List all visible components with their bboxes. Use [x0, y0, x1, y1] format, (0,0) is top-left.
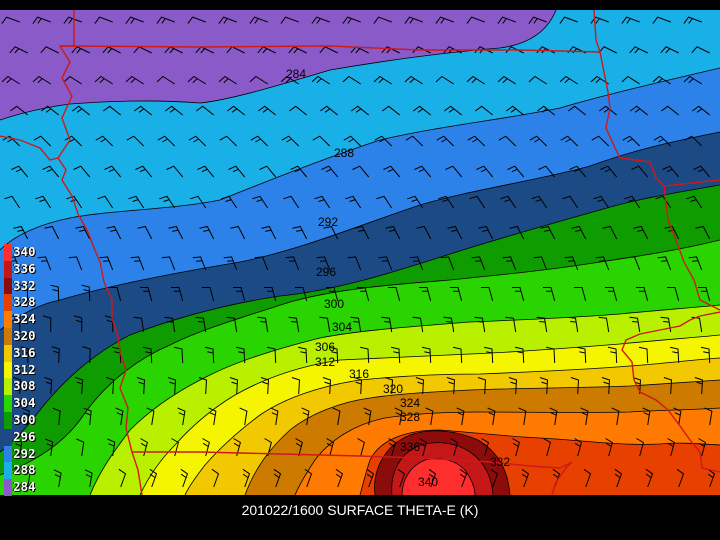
contour-label: 312	[315, 355, 335, 369]
theta-e-map: 284 288 292 296 300 304 306 312 316 320 …	[0, 10, 720, 495]
legend-label: 308	[13, 378, 36, 394]
legend-label: 284	[13, 479, 36, 495]
legend-label: 312	[13, 361, 36, 377]
legend-swatch	[4, 344, 12, 362]
contour-label: 316	[349, 367, 369, 381]
legend-label: 296	[13, 428, 36, 444]
legend-swatch	[4, 462, 12, 480]
contour-label: 320	[383, 382, 403, 396]
legend-row: 308	[4, 378, 44, 396]
legend-row: 336	[4, 260, 44, 278]
legend-label: 332	[13, 277, 36, 293]
map-caption: 201022/1600 SURFACE THETA-E (K)	[241, 502, 479, 518]
legend-label: 324	[13, 311, 36, 327]
legend-label: 292	[13, 445, 36, 461]
legend-label: 336	[13, 260, 36, 276]
contour-label: 340	[418, 475, 438, 489]
legend-label: 340	[13, 244, 36, 259]
legend-swatch	[4, 277, 12, 295]
legend-swatch	[4, 479, 12, 496]
legend-row: 288	[4, 462, 44, 480]
legend-row: 292	[4, 445, 44, 463]
contour-label: 300	[324, 297, 344, 311]
contour-label: 288	[334, 146, 354, 160]
legend-row: 340	[4, 244, 44, 261]
legend-swatch	[4, 294, 12, 312]
contour-label: 324	[400, 396, 420, 410]
legend-row: 300	[4, 411, 44, 429]
legend-label: 300	[13, 411, 36, 427]
legend-label: 316	[13, 344, 36, 360]
legend-swatch	[4, 428, 12, 446]
contour-label: 284	[286, 67, 306, 81]
legend-row: 324	[4, 311, 44, 328]
legend-label: 320	[13, 327, 36, 343]
legend-row: 284	[4, 479, 44, 496]
legend-swatch	[4, 395, 12, 412]
legend-row: 332	[4, 277, 44, 295]
contour-label: 296	[316, 265, 336, 279]
contour-label: 328	[400, 410, 420, 424]
legend-row: 320	[4, 327, 44, 345]
legend-row: 304	[4, 395, 44, 412]
legend-swatch	[4, 361, 12, 379]
contour-label: 332	[490, 455, 510, 469]
legend-swatch	[4, 378, 12, 396]
legend-swatch	[4, 260, 12, 278]
legend-swatch	[4, 445, 12, 463]
legend-label: 304	[13, 395, 36, 411]
legend-swatch	[4, 411, 12, 429]
legend-label: 328	[13, 294, 36, 310]
color-legend: 340 336 332 328 324 320 316 312 308 304 …	[4, 244, 44, 496]
legend-swatch	[4, 244, 12, 261]
legend-label: 288	[13, 462, 36, 478]
contour-label: 306	[315, 340, 335, 354]
legend-row: 296	[4, 428, 44, 446]
contour-label: 292	[318, 215, 338, 229]
legend-swatch	[4, 327, 12, 345]
legend-row: 316	[4, 344, 44, 362]
contour-label: 304	[332, 320, 352, 334]
legend-row: 312	[4, 361, 44, 379]
contour-label: 336	[400, 440, 420, 454]
legend-swatch	[4, 311, 12, 328]
legend-row: 328	[4, 294, 44, 312]
